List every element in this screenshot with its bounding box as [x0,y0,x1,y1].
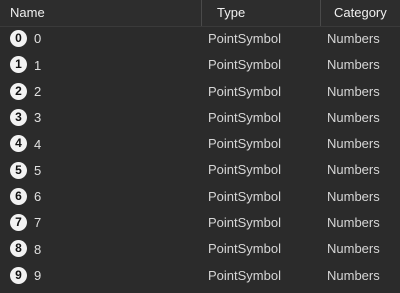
number-symbol-icon: 9 [10,266,27,284]
number-symbol-icon: 0 [10,30,27,48]
symbol-name: 4 [34,136,42,152]
category-cell: Numbers [327,188,380,204]
category-cell: Numbers [327,83,380,99]
category-cell: Numbers [327,215,380,231]
type-cell: PointSymbol [208,83,281,99]
name-cell: 77 [10,210,41,236]
number-symbol-icon: 6 [10,187,27,205]
column-header-type[interactable]: Type [217,0,245,26]
table-row[interactable]: 44 PointSymbol Numbers [0,131,400,157]
symbol-name: 2 [34,84,42,99]
type-cell: PointSymbol [208,267,281,283]
symbol-table: Name Type Category 00 PointSymbol Number… [0,0,400,293]
table-row[interactable]: 77 PointSymbol Numbers [0,210,400,236]
number-symbol-icon: 2 [10,82,27,100]
name-cell: 88 [10,236,41,262]
category-cell: Numbers [327,136,380,152]
symbol-name: 9 [34,268,42,284]
table-row[interactable]: 66 PointSymbol Numbers [0,184,400,210]
category-cell: Numbers [327,109,380,125]
type-cell: PointSymbol [208,188,281,204]
table-row[interactable]: 11 PointSymbol Numbers [0,52,400,78]
category-cell: Numbers [327,267,380,283]
symbol-name: 6 [34,189,42,205]
number-symbol-icon: 3 [10,108,27,126]
number-symbol-icon: 1 [10,56,27,74]
name-cell: 66 [10,184,41,210]
symbol-name: 8 [34,241,42,257]
name-cell: 33 [10,105,41,131]
number-symbol-icon: 7 [10,214,27,232]
type-cell: PointSymbol [208,215,281,231]
table-header: Name Type Category [0,0,400,27]
name-cell: 99 [10,263,41,289]
type-cell: PointSymbol [208,136,281,152]
column-header-name[interactable]: Name [10,0,45,26]
symbol-name: 3 [34,110,42,126]
number-symbol-icon: 5 [10,161,27,179]
table-row[interactable]: 00 PointSymbol Numbers [0,26,400,52]
category-cell: Numbers [327,241,380,257]
symbol-name: 5 [34,162,42,178]
type-cell: PointSymbol [208,162,281,178]
table-row[interactable]: 99 PointSymbol Numbers [0,263,400,289]
column-header-category[interactable]: Category [334,0,387,26]
column-resize-handle[interactable] [201,0,202,26]
category-cell: Numbers [327,57,380,73]
type-cell: PointSymbol [208,31,281,46]
table-body: 00 PointSymbol Numbers 11 PointSymbol Nu… [0,26,400,289]
column-resize-handle[interactable] [320,0,321,26]
name-cell: 44 [10,131,41,157]
table-row[interactable]: 55 PointSymbol Numbers [0,157,400,183]
category-cell: Numbers [327,162,380,178]
symbol-name: 0 [34,31,42,47]
name-cell: 11 [10,52,41,78]
table-row[interactable]: 33 PointSymbol Numbers [0,105,400,131]
symbol-name: 1 [34,57,42,73]
name-cell: 22 [10,79,41,105]
type-cell: PointSymbol [208,241,281,257]
number-symbol-icon: 8 [10,240,27,258]
table-row[interactable]: 22 PointSymbol Numbers [0,79,400,105]
symbol-name: 7 [34,215,42,231]
table-row[interactable]: 88 PointSymbol Numbers [0,236,400,262]
name-cell: 55 [10,157,41,183]
name-cell: 00 [10,26,41,52]
number-symbol-icon: 4 [10,135,27,153]
category-cell: Numbers [327,31,380,46]
type-cell: PointSymbol [208,109,281,125]
type-cell: PointSymbol [208,57,281,73]
